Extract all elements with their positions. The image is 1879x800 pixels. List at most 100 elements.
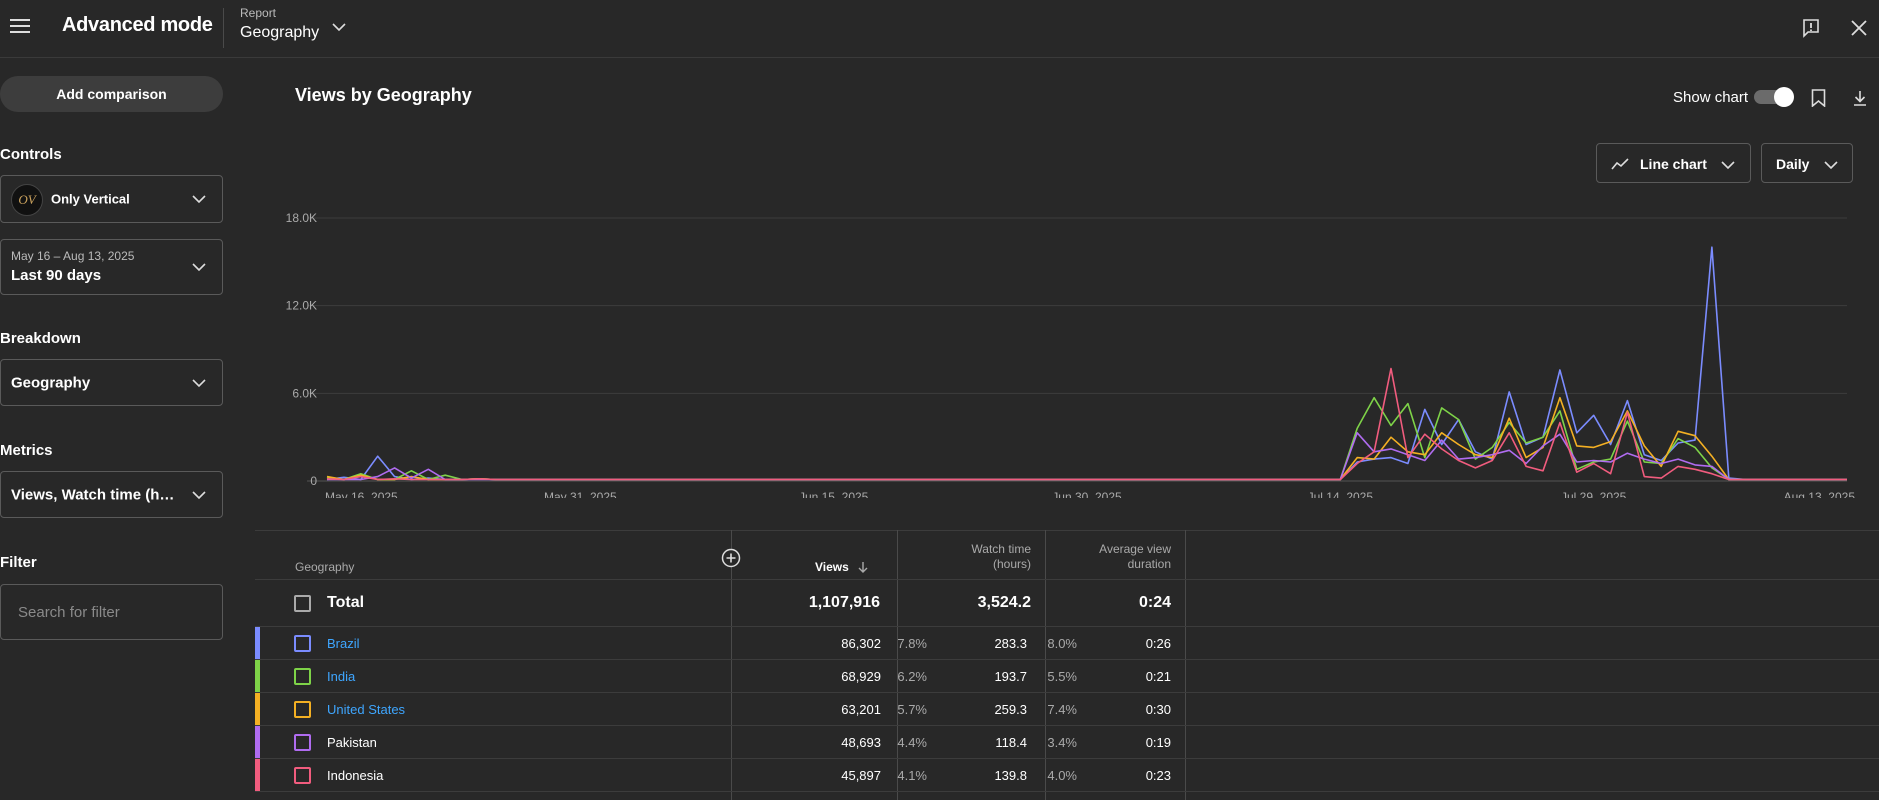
views-percent: 4.4%: [897, 735, 927, 750]
chevron-down-icon: [192, 195, 206, 204]
watch-time-value: 118.4: [995, 735, 1027, 750]
row-checkbox[interactable]: [294, 701, 311, 718]
views-value: 45,897: [841, 768, 881, 783]
series-color-bar: [255, 660, 260, 693]
total-avd: 0:24: [1138, 594, 1171, 611]
x-tick-label: Jul 29, 2025: [1561, 490, 1627, 498]
table-row: United States 63,201 5.7% 259.3 7.4% 0:30: [255, 693, 1879, 726]
views-percent: 4.1%: [897, 768, 927, 783]
watch-time-percent: 4.0%: [1047, 768, 1077, 783]
date-range-selector[interactable]: May 16 – Aug 13, 2025 Last 90 days: [0, 239, 223, 295]
total-label: Total: [327, 594, 365, 611]
views-percent: 5.7%: [897, 702, 927, 717]
total-checkbox[interactable]: [294, 595, 311, 612]
series-color-bar: [255, 627, 260, 660]
filter-heading: Filter: [0, 554, 37, 571]
views-line-chart: 0 6.0K 12.0K 18.0K May 16, 2025 May 31, 2025 J…: [286, 211, 1856, 498]
row-checkbox[interactable]: [294, 635, 311, 652]
controls-heading: Controls: [0, 146, 62, 163]
views-header-label: Views: [815, 560, 849, 574]
report-selector[interactable]: Report Geography: [240, 6, 355, 46]
date-range-label: Last 90 days: [11, 267, 102, 284]
page-title: Advanced mode: [62, 14, 213, 36]
country-name[interactable]: United States: [327, 702, 405, 717]
x-tick-label: Jun 15, 2025: [799, 490, 869, 498]
avd-value: 0:21: [1145, 669, 1171, 684]
metrics-value: Views, Watch time (hours), Average view …: [11, 486, 176, 503]
breakdown-value: Geography: [11, 374, 91, 391]
total-views: 1,107,916: [808, 594, 880, 611]
series-line-india: [326, 396, 1847, 481]
total-row: Total 1,107,916 3,524.2 0:24: [255, 580, 1879, 627]
y-tick-label: 12.0K: [286, 299, 317, 313]
x-tick-label: May 31, 2025: [544, 490, 617, 498]
metrics-heading: Metrics: [0, 442, 53, 459]
row-checkbox[interactable]: [294, 767, 311, 784]
views-percent: 6.2%: [897, 669, 927, 684]
sort-descending-icon: [858, 562, 868, 573]
views-value: 63,201: [841, 702, 881, 717]
row-checkbox[interactable]: [294, 668, 311, 685]
x-tick-label: May 16, 2025: [325, 490, 398, 498]
country-name: Pakistan: [327, 735, 377, 750]
date-range-text: May 16 – Aug 13, 2025: [11, 249, 135, 263]
table-row: Indonesia 45,897 4.1% 139.8 4.0% 0:23: [255, 759, 1879, 792]
divider: [255, 791, 1879, 792]
sidebar: Add comparison Controls OV Only Vertical…: [0, 58, 240, 799]
y-tick-label: 0: [310, 474, 317, 488]
country-name[interactable]: India: [327, 669, 355, 684]
watch-time-column-header[interactable]: Watch time (hours): [955, 542, 1031, 572]
table-row: Pakistan 48,693 4.4% 118.4 3.4% 0:19: [255, 726, 1879, 759]
avd-value: 0:23: [1145, 768, 1171, 783]
series-color-bar: [255, 726, 260, 759]
chevron-down-icon: [192, 490, 206, 499]
series-color-bar: [255, 759, 260, 792]
y-tick-label: 6.0K: [292, 386, 317, 400]
x-tick-label: Jun 30, 2025: [1052, 490, 1122, 498]
x-tick-label: Aug 13, 2025: [1784, 490, 1856, 498]
watch-time-percent: 7.4%: [1047, 702, 1077, 717]
chevron-down-icon: [332, 23, 346, 32]
watch-time-value: 139.8: [994, 768, 1027, 783]
country-name: Indonesia: [327, 768, 384, 783]
x-tick-label: Jul 14, 2025: [1308, 490, 1374, 498]
close-icon[interactable]: [1851, 20, 1867, 36]
series-color-bar: [255, 693, 260, 726]
views-percent: 7.8%: [897, 636, 927, 651]
views-value: 86,302: [841, 636, 881, 651]
table-row: Brazil 86,302 7.8% 283.3 8.0% 0:26: [255, 627, 1879, 660]
avd-column-header[interactable]: Average view duration: [1075, 542, 1171, 572]
watch-time-value: 193.7: [994, 669, 1027, 684]
add-comparison-button[interactable]: Add comparison: [0, 76, 223, 112]
avatar: OV: [11, 184, 43, 216]
views-value: 48,693: [841, 735, 881, 750]
avd-header-line1: Average view: [1099, 542, 1171, 556]
metrics-selector[interactable]: Views, Watch time (hours), Average view …: [0, 471, 223, 518]
top-bar: Advanced mode Report Geography: [0, 0, 1879, 58]
avd-value: 0:19: [1145, 735, 1171, 750]
watch-time-header-line2: (hours): [992, 557, 1031, 571]
watch-time-header-line1: Watch time: [971, 542, 1031, 556]
add-column-icon[interactable]: [721, 548, 741, 568]
hamburger-icon[interactable]: [10, 15, 32, 37]
views-value: 68,929: [841, 669, 881, 684]
table-row: India 68,929 6.2% 193.7 5.5% 0:21: [255, 660, 1879, 693]
channel-selector[interactable]: OV Only Vertical: [0, 175, 223, 223]
divider: [255, 530, 1879, 531]
geography-column-header[interactable]: Geography: [295, 560, 354, 575]
watch-time-percent: 3.4%: [1047, 735, 1077, 750]
chevron-down-icon: [192, 378, 206, 387]
report-label: Report: [240, 6, 277, 20]
row-checkbox[interactable]: [294, 734, 311, 751]
avd-value: 0:26: [1145, 636, 1171, 651]
breakdown-heading: Breakdown: [0, 330, 81, 347]
watch-time-percent: 8.0%: [1047, 636, 1077, 651]
filter-search-input[interactable]: [0, 584, 223, 640]
breakdown-selector[interactable]: Geography: [0, 359, 223, 406]
watch-time-percent: 5.5%: [1047, 669, 1077, 684]
chevron-down-icon: [192, 263, 206, 272]
views-column-header[interactable]: Views: [815, 560, 868, 575]
feedback-icon[interactable]: [1802, 19, 1820, 38]
country-name[interactable]: Brazil: [327, 636, 360, 651]
y-tick-label: 18.0K: [286, 211, 317, 225]
